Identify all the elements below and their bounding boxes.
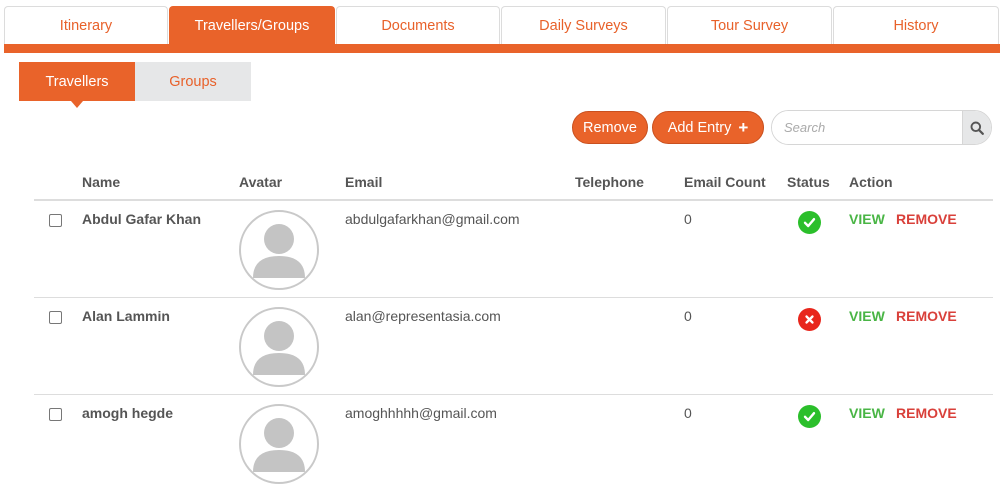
subtab-groups-label: Groups xyxy=(169,73,217,90)
add-entry-label: Add Entry xyxy=(667,119,732,136)
view-link[interactable]: VIEW xyxy=(849,211,885,227)
tab-itinerary[interactable]: Itinerary xyxy=(4,6,168,45)
remove-link[interactable]: REMOVE xyxy=(896,211,957,227)
header-email[interactable]: Email xyxy=(345,174,382,190)
search-icon xyxy=(970,121,984,135)
status-check-icon xyxy=(798,211,821,234)
header-name[interactable]: Name xyxy=(82,174,120,190)
add-entry-button[interactable]: Add Entry + xyxy=(652,111,764,144)
top-tab-bar: Itinerary Travellers/Groups Documents Da… xyxy=(4,6,999,45)
header-status[interactable]: Status xyxy=(787,174,830,190)
header-avatar: Avatar xyxy=(239,174,283,190)
remove-button[interactable]: Remove xyxy=(572,111,648,144)
subtab-groups[interactable]: Groups xyxy=(135,62,251,101)
header-email-count[interactable]: Email Count xyxy=(684,174,766,190)
subtab-travellers-label: Travellers xyxy=(45,73,109,90)
status-check-icon xyxy=(798,405,821,428)
tab-documents[interactable]: Documents xyxy=(336,6,500,45)
email-count: 0 xyxy=(684,211,692,227)
status-cross-icon xyxy=(798,308,821,331)
view-link[interactable]: VIEW xyxy=(849,405,885,421)
search-input[interactable] xyxy=(772,111,962,144)
traveller-email: alan@representasia.com xyxy=(345,308,501,324)
traveller-name: Alan Lammin xyxy=(82,308,170,324)
table-header: Name Avatar Email Telephone Email Count … xyxy=(34,166,993,201)
sub-tab-bar: Travellers Groups xyxy=(19,62,251,108)
active-caret xyxy=(71,101,83,108)
search-button[interactable] xyxy=(962,111,991,144)
traveller-email: abdulgafarkhan@gmail.com xyxy=(345,211,520,227)
user-placeholder-icon xyxy=(253,224,305,278)
avatar xyxy=(239,404,319,484)
view-link[interactable]: VIEW xyxy=(849,308,885,324)
tab-daily-surveys[interactable]: Daily Surveys xyxy=(501,6,666,45)
email-count: 0 xyxy=(684,405,692,421)
plus-icon: + xyxy=(738,118,749,137)
tab-history[interactable]: History xyxy=(833,6,999,45)
remove-button-label: Remove xyxy=(583,119,637,136)
tab-underline-bar xyxy=(4,44,1000,53)
header-telephone[interactable]: Telephone xyxy=(575,174,644,190)
row-checkbox[interactable] xyxy=(49,311,62,324)
email-count: 0 xyxy=(684,308,692,324)
traveller-name: amogh hegde xyxy=(82,405,174,421)
tab-travellers-groups[interactable]: Travellers/Groups xyxy=(169,6,335,45)
tab-tour-survey[interactable]: Tour Survey xyxy=(667,6,832,45)
search-box xyxy=(771,110,992,145)
table-row: amogh hegde amoghhhhh@gmail.com 0 VIEW R… xyxy=(34,395,993,486)
avatar xyxy=(239,307,319,387)
remove-link[interactable]: REMOVE xyxy=(896,308,957,324)
avatar xyxy=(239,210,319,290)
table-row: Abdul Gafar Khan abdulgafarkhan@gmail.co… xyxy=(34,201,993,298)
subtab-travellers[interactable]: Travellers xyxy=(19,62,135,108)
traveller-name: Abdul Gafar Khan xyxy=(82,211,202,227)
table-row: Alan Lammin alan@representasia.com 0 VIE… xyxy=(34,298,993,395)
remove-link[interactable]: REMOVE xyxy=(896,405,957,421)
user-placeholder-icon xyxy=(253,418,305,472)
header-action: Action xyxy=(849,174,893,190)
user-placeholder-icon xyxy=(253,321,305,375)
traveller-email: amoghhhhh@gmail.com xyxy=(345,405,497,421)
row-checkbox[interactable] xyxy=(49,214,62,227)
row-checkbox[interactable] xyxy=(49,408,62,421)
